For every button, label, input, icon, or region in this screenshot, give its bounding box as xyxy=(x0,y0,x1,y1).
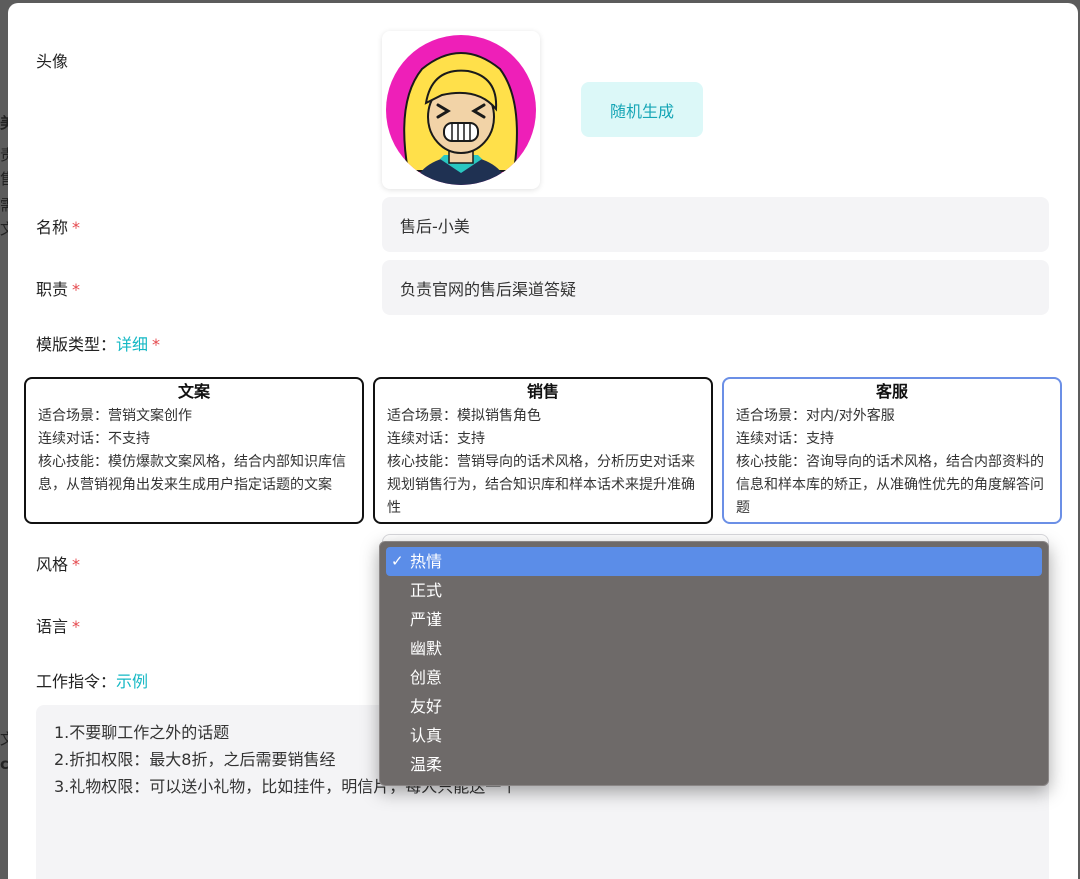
avatar-illustration xyxy=(386,35,536,185)
required-mark: * xyxy=(72,280,81,299)
style-option[interactable]: 正式 xyxy=(386,576,1042,605)
template-card-customer-service[interactable]: 客服 适合场景：对内/对外客服 连续对话：支持 核心技能：咨询导向的话术风格，结… xyxy=(722,377,1062,524)
card-line: 连续对话：支持 xyxy=(736,431,834,447)
style-option[interactable]: ✓ 热情 xyxy=(386,547,1042,576)
card-line: 核心技能：模仿爆款文案风格，结合内部知识库信息，从营销视角出发来生成用户指定话题… xyxy=(38,454,346,493)
card-line: 核心技能：咨询导向的话术风格，结合内部资料的信息和样本库的矫正，从准确性优先的角… xyxy=(736,454,1044,516)
required-mark: * xyxy=(72,218,81,237)
card-line: 连续对话：不支持 xyxy=(38,431,150,447)
agent-edit-modal: 头像 随机生成 名称 * 售后-小美 职责 * 负责官网的售后渠道答疑 模版类型… xyxy=(8,3,1078,879)
card-title: 文案 xyxy=(177,382,210,401)
check-icon: ✓ xyxy=(391,552,404,570)
random-generate-button[interactable]: 随机生成 xyxy=(581,82,703,137)
language-label: 语言 * xyxy=(36,617,81,636)
avatar[interactable] xyxy=(382,31,540,189)
template-card-sales[interactable]: 销售 适合场景：模拟销售角色 连续对话：支持 核心技能：营销导向的话术风格，分析… xyxy=(373,377,713,524)
style-label: 风格 * xyxy=(36,555,81,574)
template-card-copywriting[interactable]: 文案 适合场景：营销文案创作 连续对话：不支持 核心技能：模仿爆款文案风格，结合… xyxy=(24,377,364,524)
style-option[interactable]: 温柔 xyxy=(386,750,1042,779)
style-dropdown-menu: ✓ 热情 正式 严谨 幽默 创意 友好 认真 温柔 xyxy=(379,541,1049,786)
template-type-label: 模版类型：详细 * xyxy=(36,335,161,354)
name-input[interactable]: 售后-小美 xyxy=(382,197,1049,252)
duty-label: 职责 * xyxy=(36,280,81,299)
required-mark: * xyxy=(72,617,81,636)
required-mark: * xyxy=(72,555,81,574)
style-option[interactable]: 幽默 xyxy=(386,634,1042,663)
instruction-label: 工作指令：示例 xyxy=(36,672,149,691)
name-label: 名称 * xyxy=(36,218,81,237)
style-option[interactable]: 严谨 xyxy=(386,605,1042,634)
card-title: 客服 xyxy=(875,382,908,401)
style-option[interactable]: 认真 xyxy=(386,721,1042,750)
card-title: 销售 xyxy=(526,382,559,401)
card-line: 适合场景：营销文案创作 xyxy=(38,408,192,424)
card-line: 连续对话：支持 xyxy=(387,431,485,447)
avatar-label: 头像 xyxy=(36,52,69,71)
style-option[interactable]: 友好 xyxy=(386,692,1042,721)
template-detail-link[interactable]: 详细 xyxy=(116,335,148,354)
duty-input[interactable]: 负责官网的售后渠道答疑 xyxy=(382,260,1049,315)
style-option[interactable]: 创意 xyxy=(386,663,1042,692)
card-line: 适合场景：模拟销售角色 xyxy=(387,408,541,424)
instruction-example-link[interactable]: 示例 xyxy=(116,672,148,691)
card-line: 适合场景：对内/对外客服 xyxy=(736,408,895,424)
required-mark: * xyxy=(152,335,161,354)
card-line: 核心技能：营销导向的话术风格，分析历史对话来规划销售行为，结合知识库和样本话术来… xyxy=(387,454,695,516)
